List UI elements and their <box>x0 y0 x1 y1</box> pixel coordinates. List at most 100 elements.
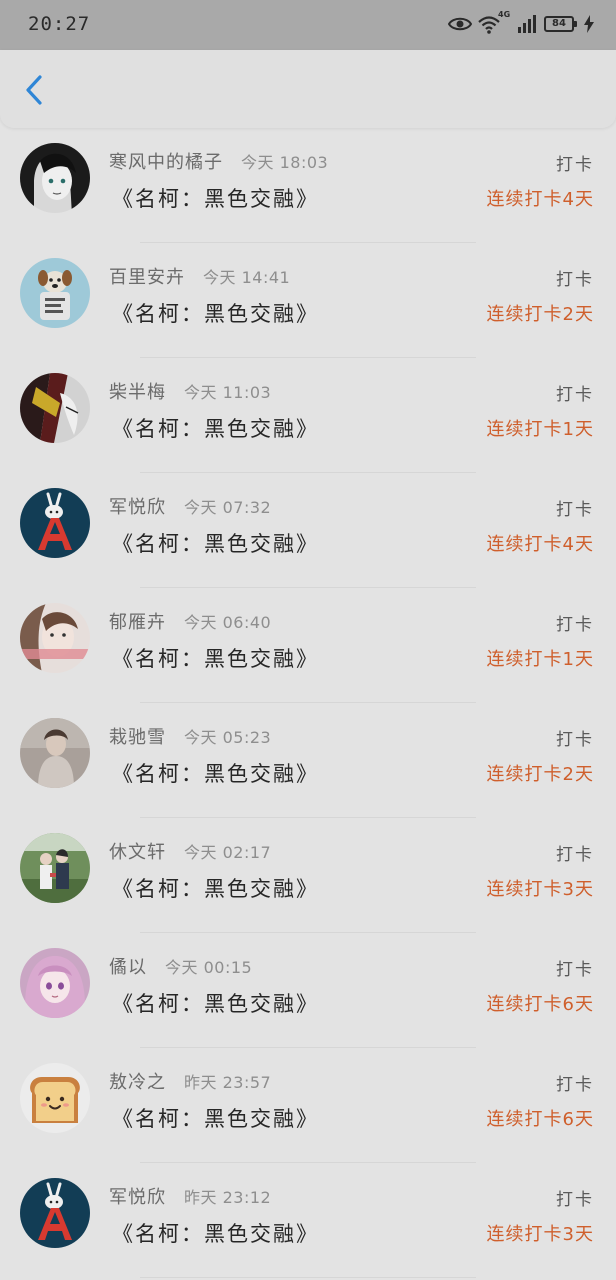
checkin-time: 今天 07:32 <box>184 498 272 517</box>
network-indicator: 4G <box>478 10 512 35</box>
checkin-time: 今天 14:41 <box>203 268 291 287</box>
streak-label: 连续打卡2天 <box>486 304 594 325</box>
checkin-label: 打卡 <box>556 1190 594 1210</box>
checkin-time: 今天 18:03 <box>241 153 329 172</box>
avatar[interactable] <box>20 948 90 1018</box>
avatar-letter-a <box>20 1178 90 1248</box>
book-title[interactable]: 《名柯：黑色交融》 <box>112 643 319 673</box>
item-meta: 僪以 今天 00:15 <box>109 953 252 979</box>
avatar[interactable] <box>20 833 90 903</box>
streak-label: 连续打卡2天 <box>486 764 594 785</box>
item-meta: 军悦欣 今天 07:32 <box>109 493 271 519</box>
user-name[interactable]: 栽驰雪 <box>109 723 166 749</box>
avatar-couple <box>20 833 90 903</box>
item-meta: 敖冷之 昨天 23:57 <box>109 1068 271 1094</box>
network-type-label: 4G <box>498 10 511 19</box>
avatar-letter-a <box>20 488 90 558</box>
book-title[interactable]: 《名柯：黑色交融》 <box>112 413 319 443</box>
item-meta: 寒风中的橘子 今天 18:03 <box>109 148 328 174</box>
avatar[interactable] <box>20 603 90 673</box>
user-name[interactable]: 军悦欣 <box>109 1183 166 1209</box>
avatar-girl-photo <box>20 718 90 788</box>
book-title[interactable]: 《名柯：黑色交融》 <box>112 528 319 558</box>
checkin-label: 打卡 <box>556 845 594 865</box>
streak-label: 连续打卡3天 <box>486 1224 594 1245</box>
streak-label: 连续打卡4天 <box>486 534 594 555</box>
avatar[interactable] <box>20 1063 90 1133</box>
user-name[interactable]: 休文轩 <box>109 838 166 864</box>
list-item[interactable]: 栽驰雪 今天 05:23 《名柯：黑色交融》 打卡 连续打卡2天 <box>0 703 616 818</box>
checkin-label: 打卡 <box>556 960 594 980</box>
checkin-time: 昨天 23:57 <box>184 1073 272 1092</box>
avatar[interactable] <box>20 258 90 328</box>
avatar-mask-art <box>20 373 90 443</box>
list-item[interactable]: 僪以 今天 00:15 《名柯：黑色交融》 打卡 连续打卡6天 <box>0 933 616 1048</box>
user-name[interactable]: 寒风中的橘子 <box>109 148 223 174</box>
avatar[interactable] <box>20 718 90 788</box>
checkin-label: 打卡 <box>556 615 594 635</box>
streak-label: 连续打卡1天 <box>486 419 594 440</box>
signal-icon <box>518 15 536 33</box>
status-bar: 20:27 4G 84 <box>0 0 616 50</box>
item-meta: 百里安卉 今天 14:41 <box>109 263 290 289</box>
list-item[interactable]: 敖冷之 昨天 23:57 《名柯：黑色交融》 打卡 连续打卡6天 <box>0 1048 616 1163</box>
checkin-label: 打卡 <box>556 1075 594 1095</box>
checkin-time: 今天 02:17 <box>184 843 272 862</box>
streak-label: 连续打卡6天 <box>486 994 594 1015</box>
avatar[interactable] <box>20 143 90 213</box>
user-name[interactable]: 军悦欣 <box>109 493 166 519</box>
list-item[interactable]: 军悦欣 今天 07:32 《名柯：黑色交融》 打卡 连续打卡4天 <box>0 473 616 588</box>
item-meta: 休文轩 今天 02:17 <box>109 838 271 864</box>
book-title[interactable]: 《名柯：黑色交融》 <box>112 873 319 903</box>
checkin-label: 打卡 <box>556 385 594 405</box>
avatar-girl-pink <box>20 603 90 673</box>
book-title[interactable]: 《名柯：黑色交融》 <box>112 758 319 788</box>
battery-icon: 84 <box>544 16 577 32</box>
avatar[interactable] <box>20 488 90 558</box>
avatar[interactable] <box>20 373 90 443</box>
charging-icon <box>584 15 594 33</box>
list-item[interactable]: 休文轩 今天 02:17 《名柯：黑色交融》 打卡 连续打卡3天 <box>0 818 616 933</box>
checkin-label: 打卡 <box>556 270 594 290</box>
avatar-toast <box>20 1063 90 1133</box>
user-name[interactable]: 僪以 <box>109 953 147 979</box>
list-item[interactable]: 军悦欣 昨天 23:12 《名柯：黑色交融》 打卡 连续打卡3天 <box>0 1163 616 1278</box>
list-item[interactable]: 郁雁卉 今天 06:40 《名柯：黑色交融》 打卡 连续打卡1天 <box>0 588 616 703</box>
item-meta: 柴半梅 今天 11:03 <box>109 378 271 404</box>
streak-label: 连续打卡1天 <box>486 649 594 670</box>
book-title[interactable]: 《名柯：黑色交融》 <box>112 1218 319 1248</box>
checkin-time: 今天 06:40 <box>184 613 272 632</box>
eye-icon <box>448 17 472 31</box>
book-title[interactable]: 《名柯：黑色交融》 <box>112 1103 319 1133</box>
list-item[interactable]: 柴半梅 今天 11:03 《名柯：黑色交融》 打卡 连续打卡1天 <box>0 358 616 473</box>
user-name[interactable]: 柴半梅 <box>109 378 166 404</box>
user-name[interactable]: 郁雁卉 <box>109 608 166 634</box>
checkin-label: 打卡 <box>556 155 594 175</box>
item-meta: 军悦欣 昨天 23:12 <box>109 1183 271 1209</box>
item-meta: 郁雁卉 今天 06:40 <box>109 608 271 634</box>
user-name[interactable]: 敖冷之 <box>109 1068 166 1094</box>
streak-label: 连续打卡4天 <box>486 189 594 210</box>
streak-label: 连续打卡3天 <box>486 879 594 900</box>
checkin-time: 今天 00:15 <box>165 958 253 977</box>
top-app-bar <box>0 50 616 128</box>
status-time: 20:27 <box>28 13 91 35</box>
checkin-time: 昨天 23:12 <box>184 1188 272 1207</box>
back-button[interactable] <box>16 72 52 108</box>
avatar-dog <box>20 258 90 328</box>
chevron-left-icon <box>26 75 42 105</box>
status-icons: 4G 84 <box>448 10 594 36</box>
battery-level: 84 <box>552 18 566 29</box>
book-title[interactable]: 《名柯：黑色交融》 <box>112 183 319 213</box>
book-title[interactable]: 《名柯：黑色交融》 <box>112 298 319 328</box>
checkin-time: 今天 05:23 <box>184 728 272 747</box>
list-item[interactable]: 百里安卉 今天 14:41 《名柯：黑色交融》 打卡 连续打卡2天 <box>0 243 616 358</box>
list-item[interactable]: 寒风中的橘子 今天 18:03 《名柯：黑色交融》 打卡 连续打卡4天 <box>0 128 616 243</box>
user-name[interactable]: 百里安卉 <box>109 263 185 289</box>
checkin-label: 打卡 <box>556 730 594 750</box>
streak-label: 连续打卡6天 <box>486 1109 594 1130</box>
avatar[interactable] <box>20 1178 90 1248</box>
avatar-anime-dark-hair <box>20 143 90 213</box>
book-title[interactable]: 《名柯：黑色交融》 <box>112 988 319 1018</box>
checkin-time: 今天 11:03 <box>184 383 272 402</box>
